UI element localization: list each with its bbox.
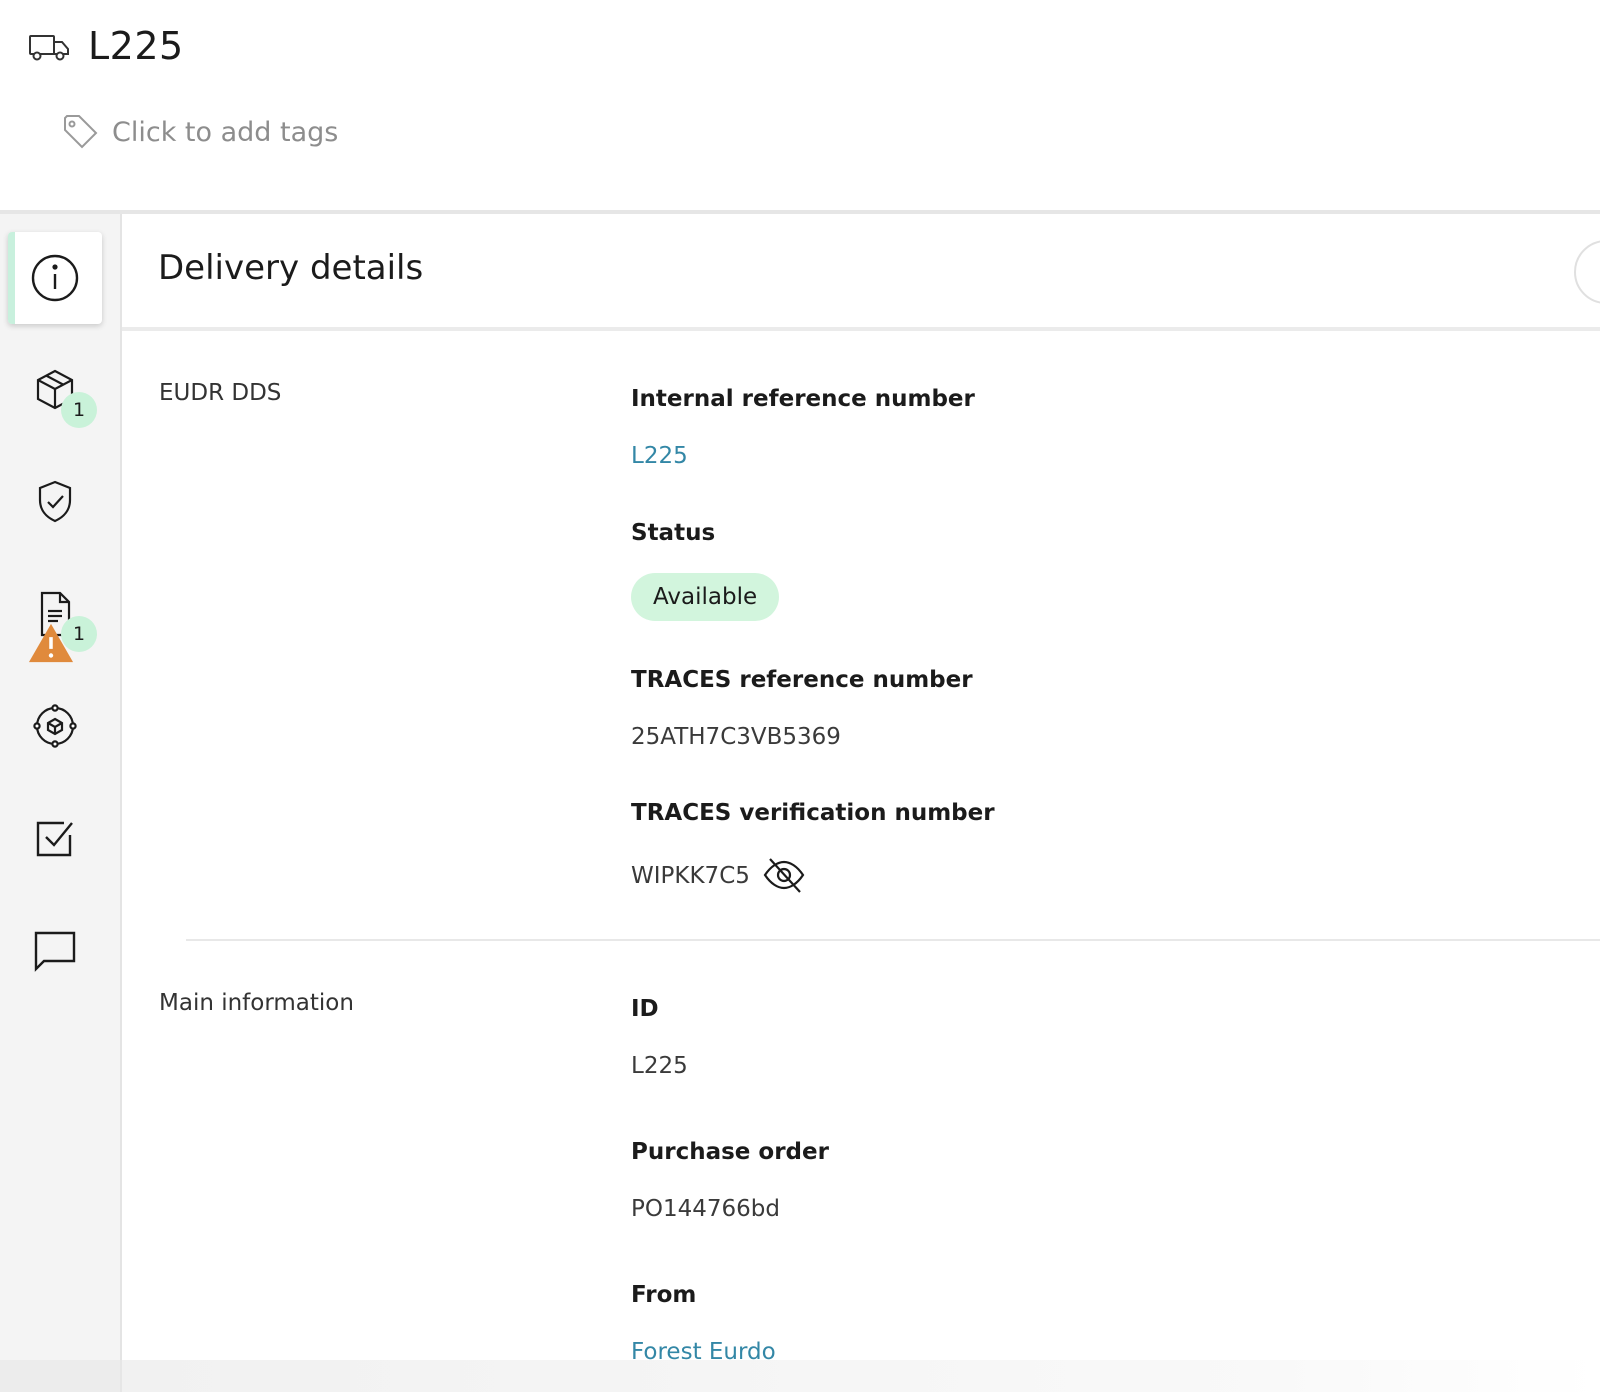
add-tags-button[interactable]: Click to add tags — [62, 110, 338, 154]
sidebar-item-compliance[interactable] — [8, 456, 102, 548]
sidebar-item-locations[interactable] — [8, 680, 102, 772]
purchase-order-label: Purchase order — [631, 1139, 829, 1165]
section-divider — [186, 939, 1600, 941]
checkbox-icon — [36, 821, 73, 857]
sidebar-item-comments[interactable] — [8, 904, 102, 996]
sidebar-item-documents[interactable]: 1 — [8, 568, 102, 663]
id-value: L225 — [631, 1053, 688, 1079]
traces-ver-label: TRACES verification number — [631, 800, 995, 826]
traces-ref-value: 25ATH7C3VB5369 — [631, 724, 841, 750]
traces-ver-value: WIPKK7C5 — [631, 863, 750, 889]
status-label: Status — [631, 520, 716, 546]
purchase-order-value: PO144766bd — [631, 1196, 780, 1222]
tag-icon — [64, 115, 98, 149]
documents-count-badge: 1 — [61, 616, 97, 652]
id-label: ID — [631, 996, 659, 1022]
add-tags-label: Click to add tags — [112, 116, 339, 148]
shield-check-icon — [38, 480, 72, 523]
comment-icon — [34, 931, 76, 972]
sidebar-item-products[interactable]: 1 — [8, 344, 102, 436]
sidebar-item-tasks[interactable] — [8, 792, 102, 884]
panel-title: Delivery details — [158, 248, 424, 288]
products-count-badge: 1 — [61, 392, 97, 428]
page-header: L225 Click to add tags — [0, 0, 1600, 210]
panel-header: Delivery details — [122, 214, 1600, 331]
eye-off-icon[interactable] — [762, 855, 806, 895]
internal-ref-link[interactable]: L225 — [631, 443, 688, 469]
section-label-eudr: EUDR DDS — [159, 380, 282, 406]
from-label: From — [631, 1282, 697, 1308]
page-title: L225 — [88, 24, 184, 68]
sidebar: 1 1 — [0, 214, 122, 1392]
status-badge: Available — [631, 573, 780, 621]
bottom-shadow — [0, 1360, 1600, 1392]
section-label-main-info: Main information — [159, 990, 354, 1016]
sidebar-item-details[interactable] — [8, 232, 102, 324]
truck-icon — [29, 35, 69, 61]
target-icon — [33, 704, 77, 748]
info-icon — [31, 254, 79, 302]
panel-action-button[interactable] — [1574, 240, 1600, 304]
traces-ref-label: TRACES reference number — [631, 667, 973, 693]
internal-ref-label: Internal reference number — [631, 386, 975, 412]
